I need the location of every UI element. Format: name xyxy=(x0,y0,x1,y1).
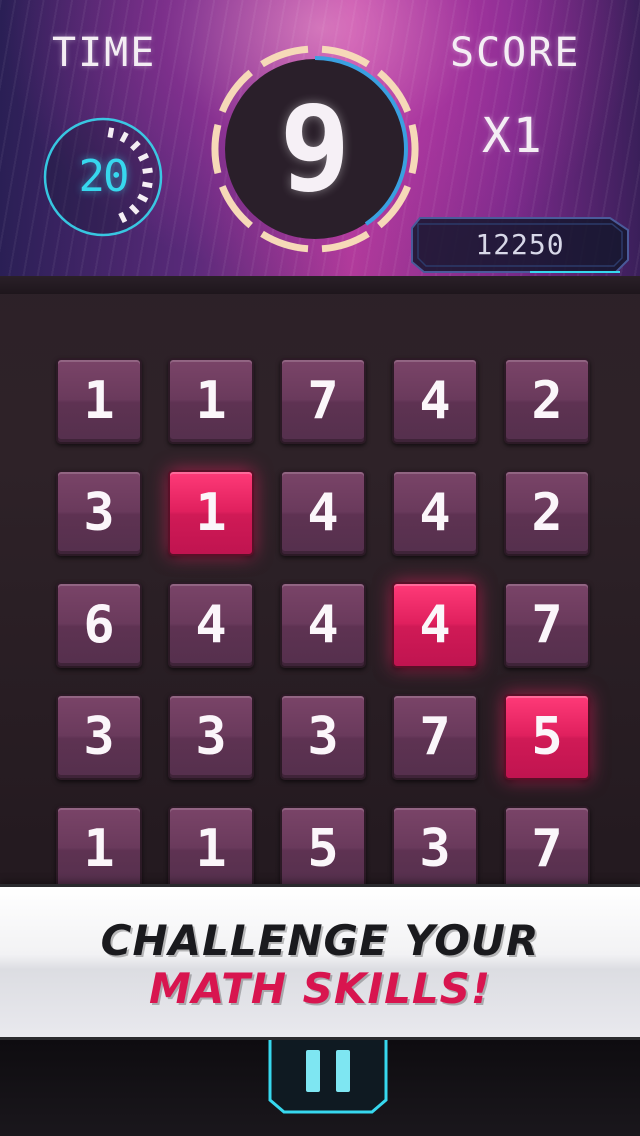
hud-divider xyxy=(0,276,640,294)
game-screen: TIME 20 9 SCORE X1 12250 117423144264447… xyxy=(0,0,640,1136)
target-number: 9 xyxy=(279,80,351,218)
grid-tile[interactable]: 1 xyxy=(56,358,142,444)
grid-tile[interactable]: 3 xyxy=(280,694,366,780)
grid-tile[interactable]: 1 xyxy=(56,806,142,892)
banner-headline: CHALLENGE YOUR xyxy=(100,916,540,965)
grid-tile[interactable]: 7 xyxy=(392,694,478,780)
grid-tile[interactable]: 6 xyxy=(56,582,142,668)
grid-tile[interactable]: 1 xyxy=(168,806,254,892)
grid-tile[interactable]: 4 xyxy=(280,470,366,556)
grid-tile[interactable]: 2 xyxy=(504,470,590,556)
banner-subheadline: MATH SKILLS! xyxy=(148,964,492,1013)
grid-tile[interactable]: 3 xyxy=(56,694,142,780)
score-value: 12250 xyxy=(475,228,565,261)
score-multiplier: X1 xyxy=(482,108,544,164)
pause-button[interactable] xyxy=(266,1040,390,1114)
grid-tile[interactable]: 1 xyxy=(168,358,254,444)
grid-tile[interactable]: 3 xyxy=(168,694,254,780)
grid-tile[interactable]: 4 xyxy=(392,358,478,444)
grid-tile[interactable]: 1 xyxy=(168,470,254,556)
grid-tile[interactable]: 4 xyxy=(392,582,478,668)
grid-tile[interactable]: 7 xyxy=(280,358,366,444)
score-label: SCORE xyxy=(450,30,581,76)
time-value: 20 xyxy=(78,151,130,202)
grid-tile[interactable]: 4 xyxy=(168,582,254,668)
grid-tile[interactable]: 4 xyxy=(280,582,366,668)
grid-tile[interactable]: 4 xyxy=(392,470,478,556)
grid-tile[interactable]: 5 xyxy=(504,694,590,780)
time-label: TIME xyxy=(52,30,157,76)
grid-tile[interactable]: 3 xyxy=(392,806,478,892)
grid-tile[interactable]: 3 xyxy=(56,470,142,556)
grid-tile[interactable]: 5 xyxy=(280,806,366,892)
grid-tile[interactable]: 7 xyxy=(504,806,590,892)
grid-tile[interactable]: 2 xyxy=(504,358,590,444)
grid-tile[interactable]: 7 xyxy=(504,582,590,668)
